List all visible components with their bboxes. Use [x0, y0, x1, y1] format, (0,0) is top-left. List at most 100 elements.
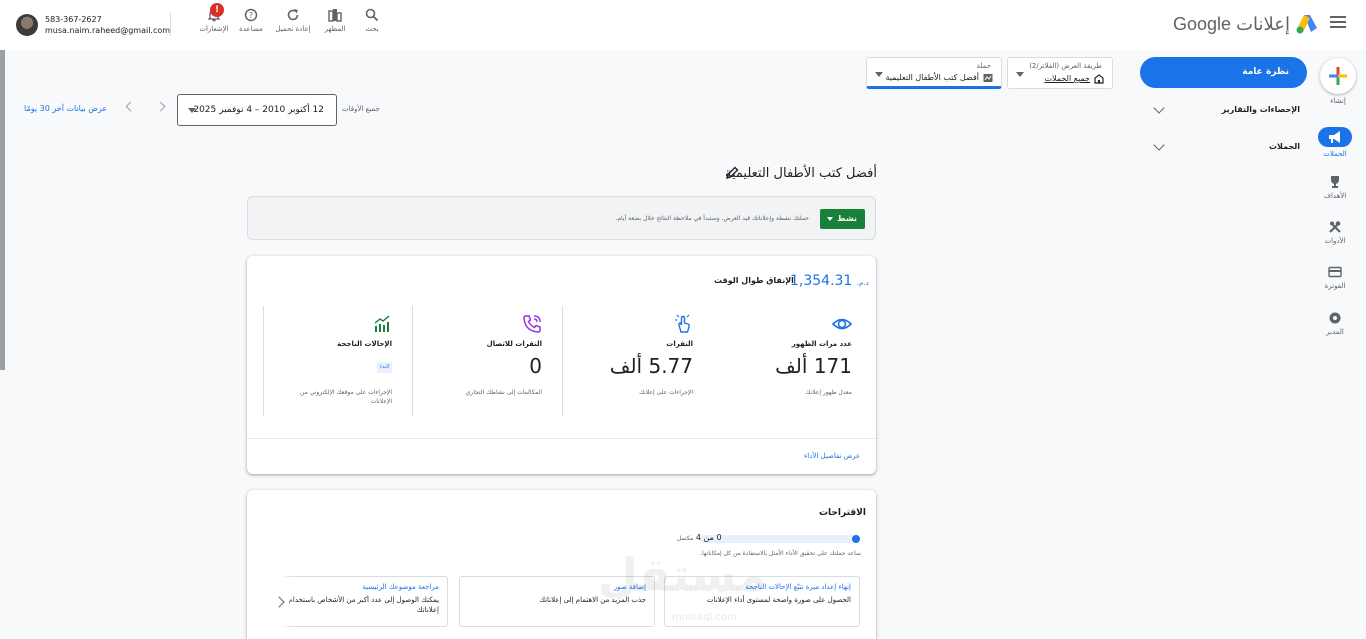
- chevron-down-icon: [1016, 72, 1024, 77]
- spend-amount: 1,354.31: [790, 273, 853, 289]
- last-30-days-link[interactable]: عرض بيانات آخر 30 يومًا: [24, 104, 107, 113]
- rail-item-billing[interactable]: الفوترة: [1312, 265, 1358, 290]
- suggestion-desc: الحصول على صورة واضحة لمستوى أداء الإعلا…: [706, 596, 851, 604]
- chevron-down-icon: [1153, 102, 1165, 114]
- campaign-label: حملة: [976, 62, 991, 70]
- metric-title: عدد مرات الظهور: [791, 340, 852, 348]
- brand-product: إعلانات: [1236, 14, 1290, 34]
- suggestion-title: إنهاء إعداد ميزة تتبّع الإحالات الناجحة: [745, 583, 851, 591]
- view-mode-selector[interactable]: طريقة العرض (الفلاتر/2) جميع الحملات: [1007, 57, 1113, 89]
- pencil-icon[interactable]: [725, 166, 739, 180]
- nav-campaigns[interactable]: الحملات: [1153, 139, 1300, 151]
- eye-icon: [832, 318, 852, 330]
- get-started-chip[interactable]: البدء: [377, 362, 392, 373]
- nav-stats-reports[interactable]: الإحصاءات والتقارير: [1153, 102, 1300, 114]
- gear-icon: [1329, 312, 1341, 324]
- rail-item-admin[interactable]: المدير: [1312, 311, 1358, 336]
- suggestions-description: ساعد حملتك على تحقيق الأداء الأمثل بالاس…: [700, 550, 861, 557]
- chevron-down-icon: [188, 108, 196, 113]
- account-phone: 583-367-2627: [45, 15, 102, 24]
- tap-icon: [675, 314, 690, 333]
- rail-label-campaigns: الحملات: [1323, 150, 1347, 158]
- suggestion-card[interactable]: إضافة صور جذب المزيد من الاهتمام إلى إعل…: [459, 576, 655, 627]
- campaign-value: أفضل كتب الأطفال التعليمية: [885, 73, 979, 82]
- plus-icon: [1329, 67, 1347, 85]
- suggestion-title: إضافة صور: [613, 583, 646, 591]
- suggestion-card[interactable]: إنهاء إعداد ميزة تتبّع الإحالات الناجحة …: [664, 576, 860, 627]
- metric-subtitle: الإجراءات على إعلانك: [639, 389, 693, 396]
- performance-divider: [247, 438, 876, 439]
- status-button-label: نشط: [837, 214, 857, 223]
- suggestion-desc: يمكنك الوصول إلى عدد أكبر من الأشخاص باس…: [288, 596, 439, 614]
- all-time-label: جميع الأوقات: [342, 105, 380, 113]
- progress-knob: [852, 535, 860, 543]
- appearance-icon: [328, 9, 342, 22]
- spend-label: الإنفاق طوال الوقت: [714, 276, 794, 285]
- trend-chart-icon: [374, 315, 390, 332]
- campaign-status-card: نشط حملتك نشطة وإعلاناتك قيد العرض. وستب…: [247, 196, 876, 240]
- metric-clicks: النقرات 5.77 ألف الإجراءات على إعلانك: [553, 306, 693, 416]
- suggestion-title: مراجعة موضوعك الرئيسية: [362, 583, 439, 591]
- status-dropdown-button[interactable]: نشط: [820, 209, 865, 229]
- metric-impressions: عدد مرات الظهور 171 ألف معدل ظهور إعلانك: [712, 306, 852, 416]
- header-divider: [170, 12, 171, 36]
- notifications-button[interactable]: ! الإشعارات: [192, 3, 236, 33]
- google-ads-logo-icon: [1296, 15, 1317, 34]
- metric-value: 0: [529, 354, 542, 378]
- rail-label-billing: الفوترة: [1324, 282, 1346, 290]
- progress-sub: مكتمل: [677, 535, 694, 542]
- prev-period-arrow-icon[interactable]: [125, 101, 136, 112]
- suggestion-desc: جذب المزيد من الاهتمام إلى إعلاناتك: [539, 596, 646, 604]
- metric-value: 5.77 ألف: [609, 354, 693, 378]
- brand-title: إعلانات Google: [1167, 14, 1290, 35]
- metric-subtitle: المكالمات إلى نشاطك التجاري: [465, 389, 542, 396]
- notifications-label: الإشعارات: [199, 25, 229, 33]
- suggestions-progress-bar: [700, 535, 860, 543]
- metric-title: النقرات للاتصال: [486, 340, 542, 348]
- refresh-label: إعادة تحميل: [275, 25, 311, 33]
- date-range-picker[interactable]: 12 أكتوبر 2010 – 4 نوفمبر 2025: [177, 94, 337, 126]
- left-scrollbar[interactable]: [0, 50, 5, 370]
- tools-icon: [1329, 221, 1341, 233]
- phone-call-icon: [523, 315, 541, 333]
- status-message: حملتك نشطة وإعلاناتك قيد العرض. وستبدأ ف…: [615, 215, 809, 222]
- metric-value: 171 ألف: [775, 354, 852, 378]
- rail-item-goals[interactable]: الأهداف: [1312, 175, 1358, 200]
- progress-count: 0 من 4: [695, 533, 722, 542]
- view-mode-value: جميع الحملات: [1044, 74, 1090, 83]
- chevron-down-icon: [875, 72, 883, 77]
- create-button[interactable]: [1320, 58, 1356, 94]
- rail-label-goals: الأهداف: [1323, 192, 1347, 200]
- main-menu-button[interactable]: [1330, 16, 1346, 30]
- metric-title: الإحالات الناجحة: [337, 340, 392, 348]
- appearance-button[interactable]: المظهر: [313, 8, 357, 33]
- building-icon: [1094, 74, 1104, 84]
- next-period-arrow-icon[interactable]: [155, 101, 166, 112]
- nav-stats-reports-label: الإحصاءات والتقارير: [1221, 105, 1300, 114]
- top-bar: إعلانات Google بحث المظهر إعادة تحميل ? …: [0, 0, 1366, 50]
- avatar[interactable]: [16, 14, 38, 36]
- create-label: إنشاء: [1330, 97, 1346, 105]
- spend-currency: د.م.: [856, 279, 869, 287]
- suggestions-title: الاقتراحات: [819, 508, 866, 518]
- performance-details-link[interactable]: عرض تفاصيل الأداء: [804, 452, 860, 460]
- rail-item-campaigns[interactable]: الحملات: [1312, 127, 1358, 158]
- rail-label-tools: الأدوات: [1324, 237, 1346, 245]
- progress-text: 0 من 4 مكتمل: [677, 533, 722, 542]
- campaign-title: أفضل كتب الأطفال التعليمية: [725, 166, 877, 181]
- refresh-button[interactable]: إعادة تحميل: [271, 8, 315, 33]
- brand-google: Google: [1173, 14, 1232, 34]
- appearance-label: المظهر: [324, 25, 346, 33]
- rail-item-tools[interactable]: الأدوات: [1312, 220, 1358, 245]
- help-icon: ?: [244, 8, 258, 22]
- metric-conversions: الإحالات الناجحة البدء الإجراءات على موق…: [252, 306, 392, 416]
- campaign-selector[interactable]: حملة أفضل كتب الأطفال التعليمية: [866, 57, 1002, 89]
- account-email: musa.naim.raheed@gmail.com: [45, 26, 171, 35]
- view-mode-label: طريقة العرض (الفلاتر/2): [1029, 62, 1102, 70]
- refresh-icon: [287, 9, 299, 21]
- nav-overview[interactable]: نظرة عامة: [1140, 57, 1307, 88]
- megaphone-icon: [1329, 131, 1340, 143]
- svg-text:?: ?: [249, 11, 253, 20]
- trophy-icon: [1331, 176, 1339, 188]
- search-icon: [365, 8, 379, 22]
